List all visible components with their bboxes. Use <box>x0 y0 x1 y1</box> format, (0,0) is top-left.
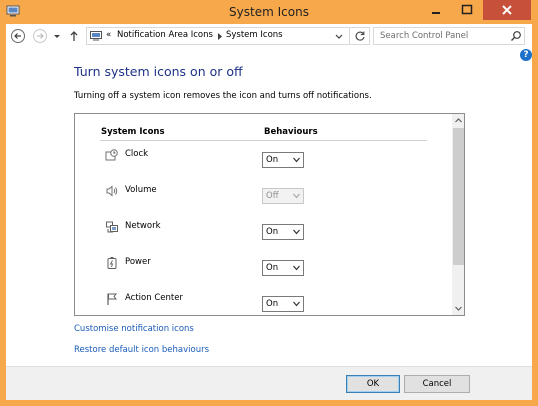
header-divider <box>100 140 427 141</box>
behaviour-select-volume[interactable]: Off <box>262 188 304 204</box>
network-icon <box>106 221 118 233</box>
recent-locations-button[interactable] <box>52 28 62 44</box>
action-center-flag-icon <box>107 293 118 305</box>
forward-button[interactable] <box>32 28 48 44</box>
vertical-scrollbar[interactable] <box>452 114 464 315</box>
control-panel-icon <box>90 31 102 41</box>
volume-icon <box>106 185 118 197</box>
maximize-button[interactable] <box>452 0 482 20</box>
list-item-label: Action Center <box>125 293 183 303</box>
customise-notification-icons-link[interactable]: Customise notification icons <box>74 324 194 334</box>
scroll-down-button[interactable] <box>452 302 464 315</box>
help-button[interactable]: ? <box>520 49 532 61</box>
title-bar[interactable]: System Icons <box>0 0 538 24</box>
list-item-label: Volume <box>125 185 157 195</box>
back-arrow-icon <box>11 29 25 43</box>
clock-icon <box>105 149 118 161</box>
behaviour-value: Off <box>266 191 279 201</box>
chevron-down-icon <box>293 193 300 199</box>
column-header-behaviours: Behaviours <box>264 127 318 137</box>
behaviour-value: On <box>266 299 279 309</box>
forward-arrow-icon <box>33 29 47 43</box>
list-item-network: Network On <box>75 220 455 240</box>
behaviour-select-network[interactable]: On <box>262 224 304 240</box>
list-item-power: Power On <box>75 256 455 276</box>
up-arrow-icon <box>70 31 78 41</box>
ok-button[interactable]: OK <box>346 375 400 393</box>
behaviour-select-clock[interactable]: On <box>262 152 304 168</box>
chevron-down-icon <box>293 229 300 235</box>
cancel-button[interactable]: Cancel <box>404 375 470 393</box>
address-dropdown-icon[interactable] <box>333 30 345 42</box>
close-button[interactable] <box>483 0 531 20</box>
list-item-clock: Clock On <box>75 148 455 168</box>
behaviour-value: On <box>266 263 279 273</box>
scrollbar-thumb[interactable] <box>453 128 464 265</box>
client-area: « Notification Area Icons System Icons ?… <box>6 24 532 400</box>
list-item-label: Power <box>125 257 151 267</box>
behaviour-select-action-center[interactable]: On <box>262 296 304 312</box>
power-icon <box>107 257 117 269</box>
page-description: Turning off a system icon removes the ic… <box>74 91 372 101</box>
column-header-system-icons: System Icons <box>101 127 165 137</box>
breadcrumb-separator-icon[interactable] <box>217 33 223 40</box>
breadcrumb-system-icons[interactable]: System Icons <box>226 30 283 40</box>
refresh-icon <box>355 31 365 41</box>
chevron-down-icon <box>293 157 300 163</box>
navigation-bar: « Notification Area Icons System Icons <box>6 24 532 48</box>
close-icon <box>502 5 512 15</box>
minimize-icon <box>432 12 440 14</box>
maximize-icon <box>461 4 473 15</box>
behaviour-value: On <box>266 155 279 165</box>
search-input[interactable] <box>380 29 500 43</box>
chevron-up-icon <box>455 118 462 123</box>
chevron-down-icon <box>293 265 300 271</box>
refresh-button[interactable] <box>349 28 369 44</box>
window: System Icons « Notification Area Icons S… <box>0 0 538 406</box>
list-item-label: Clock <box>125 149 149 159</box>
system-icons-list: System Icons Behaviours Clock On Volume … <box>74 113 465 316</box>
behaviour-select-power[interactable]: On <box>262 260 304 276</box>
address-bar[interactable]: « Notification Area Icons System Icons <box>86 27 370 45</box>
list-item-label: Network <box>125 221 161 231</box>
restore-default-behaviours-link[interactable]: Restore default icon behaviours <box>74 345 209 355</box>
breadcrumb-overflow[interactable]: « <box>106 30 111 40</box>
scroll-up-button[interactable] <box>452 114 464 127</box>
chevron-down-icon <box>54 35 60 38</box>
up-button[interactable] <box>66 28 82 44</box>
chevron-down-icon <box>293 301 300 307</box>
chevron-down-icon <box>455 306 462 311</box>
minimize-button[interactable] <box>420 0 452 20</box>
search-icon[interactable] <box>510 30 522 42</box>
list-item-action-center: Action Center On <box>75 292 455 312</box>
list-item-volume: Volume Off <box>75 184 455 204</box>
search-box[interactable] <box>373 27 525 45</box>
back-button[interactable] <box>10 28 26 44</box>
page-title: Turn system icons on or off <box>74 64 243 79</box>
breadcrumb-notification-area-icons[interactable]: Notification Area Icons <box>117 30 213 40</box>
dialog-footer: OK Cancel <box>6 366 532 400</box>
behaviour-value: On <box>266 227 279 237</box>
